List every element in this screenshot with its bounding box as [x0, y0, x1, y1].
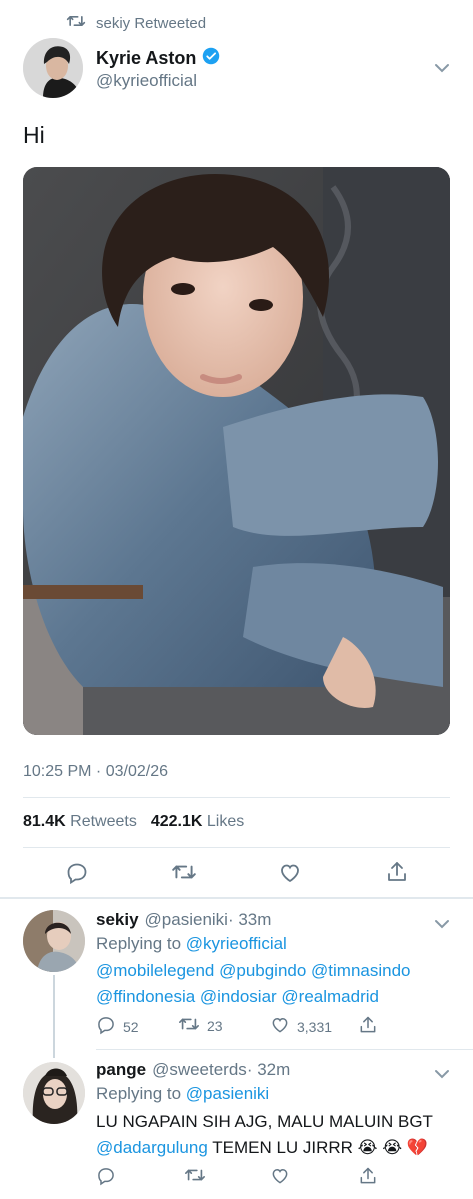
reply-text-line: @dadargulung TEMEN LU JIRRR 😭 😭 💔 — [96, 1135, 428, 1161]
reply-time[interactable]: · 33m — [228, 910, 271, 930]
divider — [23, 797, 450, 798]
retweet-context-label: sekiy Retweeted — [96, 14, 207, 32]
reply-actions: 52 23 3,331 — [96, 1015, 450, 1039]
like-icon[interactable] — [270, 1166, 290, 1186]
retweet-context: sekiy Retweeted — [66, 12, 206, 34]
reply-author-name[interactable]: sekiy — [96, 910, 139, 930]
reply-text-mention[interactable]: @dadargulung — [96, 1138, 208, 1157]
author-name-row[interactable]: Kyrie Aston — [96, 47, 220, 70]
divider — [23, 847, 450, 848]
replying-to-mention[interactable]: @kyrieofficial — [186, 934, 287, 953]
retweet-count: 23 — [207, 1017, 223, 1034]
reply-action[interactable]: 52 — [96, 1015, 139, 1038]
share-icon[interactable] — [358, 1166, 378, 1186]
author-avatar[interactable] — [23, 38, 83, 98]
replying-to: Replying to @kyrieofficial — [96, 931, 287, 957]
retweets-stat[interactable]: 81.4K Retweets — [23, 813, 137, 831]
retweets-label: Retweets — [70, 813, 137, 830]
retweet-icon — [66, 13, 86, 33]
divider — [96, 1049, 473, 1050]
reply-icon[interactable] — [96, 1166, 116, 1186]
thread-line — [53, 975, 55, 1058]
reply-mentions-line[interactable]: @mobilelegend @pubgindo @timnasindo — [96, 958, 411, 984]
author-handle[interactable]: @kyrieofficial — [96, 71, 197, 91]
retweet-icon[interactable] — [171, 861, 197, 883]
replying-to-label: Replying to — [96, 1084, 182, 1103]
retweets-count: 81.4K — [23, 813, 66, 830]
reply-header: pange @sweeterds · 32m — [96, 1060, 290, 1080]
like-action[interactable]: 3,331 — [270, 1015, 332, 1038]
reply-author-handle[interactable]: @sweeterds — [152, 1060, 247, 1080]
retweet-icon[interactable] — [178, 1015, 200, 1036]
tweet-photo[interactable] — [23, 167, 450, 735]
retweet-icon[interactable] — [184, 1166, 206, 1184]
verified-badge-icon — [202, 47, 220, 70]
reply-text-line: LU NGAPAIN SIH AJG, MALU MALUIN BGT — [96, 1112, 433, 1131]
reply-count: 52 — [123, 1018, 139, 1035]
chevron-down-icon[interactable] — [434, 916, 450, 934]
replying-to-label: Replying to — [96, 934, 182, 953]
author-name[interactable]: Kyrie Aston — [96, 48, 196, 69]
chevron-down-icon[interactable] — [434, 60, 450, 78]
likes-label: Likes — [206, 813, 245, 830]
tweet-text: Hi — [23, 122, 45, 148]
like-icon[interactable] — [270, 1015, 290, 1038]
share-icon[interactable] — [385, 860, 409, 884]
reply-icon[interactable] — [65, 861, 89, 885]
reply-header: sekiy @pasieniki · 33m — [96, 910, 271, 930]
likes-count: 422.1K — [150, 813, 203, 830]
retweet-action[interactable]: 23 — [178, 1015, 223, 1036]
chevron-down-icon[interactable] — [434, 1066, 450, 1084]
reply-icon[interactable] — [96, 1015, 116, 1038]
reply-author-handle[interactable]: @pasieniki — [145, 910, 228, 930]
share-icon[interactable] — [358, 1015, 378, 1035]
reply-avatar[interactable] — [23, 910, 85, 972]
tweet-stats: 81.4K Retweets 422.1K Likes — [23, 813, 244, 831]
reply-author-name[interactable]: pange — [96, 1060, 146, 1080]
replying-to: Replying to @pasieniki — [96, 1081, 269, 1107]
divider — [0, 897, 473, 899]
likes-stat[interactable]: 422.1K Likes — [151, 813, 244, 831]
reply-actions — [96, 1166, 450, 1188]
reply-time[interactable]: · 32m — [247, 1060, 290, 1080]
reply-avatar[interactable] — [23, 1062, 85, 1124]
tweet-actions — [23, 858, 450, 888]
reply-mentions-line[interactable]: @ffindonesia @indosiar @realmadrid — [96, 984, 379, 1010]
replying-to-mention[interactable]: @pasieniki — [186, 1084, 269, 1103]
like-icon[interactable] — [278, 861, 302, 885]
reply-text-rest: TEMEN LU JIRRR 😭 😭 💔 — [212, 1138, 429, 1157]
tweet-timestamp[interactable]: 10:25 PM · 03/02/26 — [23, 763, 168, 781]
like-count: 3,331 — [297, 1018, 333, 1035]
